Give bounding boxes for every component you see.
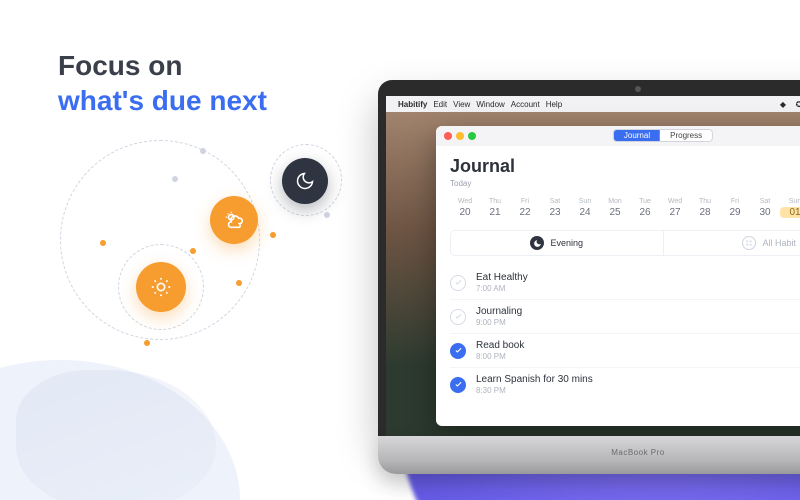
orbit-illustration: [60, 140, 360, 340]
date-cell[interactable]: Wed 20: [450, 198, 480, 218]
user-icon[interactable]: ✪: [794, 99, 800, 109]
filter-label: All Habit: [762, 238, 796, 248]
date-dow: Fri: [720, 198, 750, 205]
date-cell[interactable]: Sun 24: [570, 198, 600, 218]
date-number: 28: [690, 207, 720, 218]
headline: Focus on what's due next: [58, 48, 267, 118]
moon-icon: [282, 158, 328, 204]
menubar-item[interactable]: Help: [546, 100, 562, 109]
date-number: 22: [510, 207, 540, 218]
date-scroller[interactable]: Wed20Thu21Fri22Sat23Sun24Mon25Tue26Wed27…: [450, 198, 800, 218]
date-number: 01: [780, 207, 800, 218]
tab-journal[interactable]: Journal: [614, 130, 660, 141]
habit-row[interactable]: Eat Healthy7:00 AM: [450, 266, 800, 300]
date-dow: Thu: [690, 198, 720, 205]
date-dow: Sun: [780, 198, 800, 205]
date-cell[interactable]: Sat 23: [540, 198, 570, 218]
date-number: 23: [540, 207, 570, 218]
headline-line2: what's due next: [58, 83, 267, 118]
date-cell[interactable]: Fri 29: [720, 198, 750, 218]
bg-photo-watermark: [16, 370, 216, 500]
menubar-item[interactable]: View: [453, 100, 470, 109]
macos-menubar: Habitify Edit View Window Account Help ◆…: [386, 96, 800, 112]
view-segmented-control[interactable]: Journal Progress: [613, 129, 713, 142]
laptop-base: MacBook Pro: [378, 436, 800, 474]
date-cell[interactable]: Sat 30: [750, 198, 780, 218]
date-dow: Fri: [510, 198, 540, 205]
moon-icon: [530, 236, 544, 250]
window-close-icon[interactable]: [444, 132, 452, 140]
menubar-item[interactable]: Edit: [433, 100, 447, 109]
menubar-item[interactable]: Window: [476, 100, 504, 109]
date-number: 21: [480, 207, 510, 218]
habit-checkbox[interactable]: [450, 343, 466, 359]
tab-progress[interactable]: Progress: [660, 130, 712, 141]
macos-desktop: Habitify Edit View Window Account Help ◆…: [386, 96, 800, 436]
habit-time: 8:30 PM: [476, 386, 593, 395]
habit-list: Eat Healthy7:00 AMJournaling9:00 PMRead …: [450, 266, 800, 401]
window-minimize-icon[interactable]: [456, 132, 464, 140]
date-number: 24: [570, 207, 600, 218]
filter-all-habit[interactable]: All Habit: [664, 230, 800, 256]
date-dow: Thu: [480, 198, 510, 205]
habit-row[interactable]: Read book8:00 PM: [450, 334, 800, 368]
habit-name: Read book: [476, 340, 524, 351]
sun-icon: [136, 262, 186, 312]
habit-name: Journaling: [476, 306, 522, 317]
promo-stage: Focus on what's due next Habitif: [0, 0, 800, 500]
date-cell[interactable]: Mon 25: [600, 198, 630, 218]
habit-name: Learn Spanish for 30 mins: [476, 374, 593, 385]
date-cell[interactable]: Fri 22: [510, 198, 540, 218]
date-number: 25: [600, 207, 630, 218]
habit-row[interactable]: Learn Spanish for 30 mins8:30 PM: [450, 368, 800, 401]
date-cell[interactable]: Wed 27: [660, 198, 690, 218]
laptop-mockup: Habitify Edit View Window Account Help ◆…: [378, 80, 800, 474]
cloud-sun-icon: [210, 196, 258, 244]
date-cell[interactable]: Sun 01: [780, 198, 800, 218]
habit-checkbox[interactable]: [450, 275, 466, 291]
date-number: 20: [450, 207, 480, 218]
date-dow: Wed: [660, 198, 690, 205]
filter-label: Evening: [550, 238, 583, 248]
habit-time: 9:00 PM: [476, 318, 522, 327]
date-dow: Wed: [450, 198, 480, 205]
date-cell[interactable]: Tue 26: [630, 198, 660, 218]
date-cell[interactable]: Thu 28: [690, 198, 720, 218]
date-dow: Sat: [540, 198, 570, 205]
date-number: 26: [630, 207, 660, 218]
date-number: 29: [720, 207, 750, 218]
laptop-model-label: MacBook Pro: [611, 448, 665, 457]
habit-time: 7:00 AM: [476, 284, 528, 293]
filter-evening[interactable]: Evening: [450, 230, 664, 256]
dropbox-icon[interactable]: ◆: [778, 99, 788, 109]
app-window: Journal Progress Journal Today Wed20Thu2…: [436, 126, 800, 426]
habit-row[interactable]: Journaling9:00 PM: [450, 300, 800, 334]
menubar-app-name[interactable]: Habitify: [398, 100, 427, 109]
date-dow: Sun: [570, 198, 600, 205]
headline-line1: Focus on: [58, 48, 267, 83]
date-cell[interactable]: Thu 21: [480, 198, 510, 218]
habit-name: Eat Healthy: [476, 272, 528, 283]
date-number: 30: [750, 207, 780, 218]
laptop-camera: [635, 86, 641, 92]
habit-checkbox[interactable]: [450, 377, 466, 393]
habit-checkbox[interactable]: [450, 309, 466, 325]
grid-icon: [742, 236, 756, 250]
page-subtitle: Today: [450, 179, 800, 188]
menubar-item[interactable]: Account: [511, 100, 540, 109]
page-title: Journal: [450, 156, 800, 177]
titlebar: Journal Progress: [436, 126, 800, 146]
window-zoom-icon[interactable]: [468, 132, 476, 140]
date-dow: Tue: [630, 198, 660, 205]
date-dow: Sat: [750, 198, 780, 205]
date-dow: Mon: [600, 198, 630, 205]
habit-time: 8:00 PM: [476, 352, 524, 361]
date-number: 27: [660, 207, 690, 218]
